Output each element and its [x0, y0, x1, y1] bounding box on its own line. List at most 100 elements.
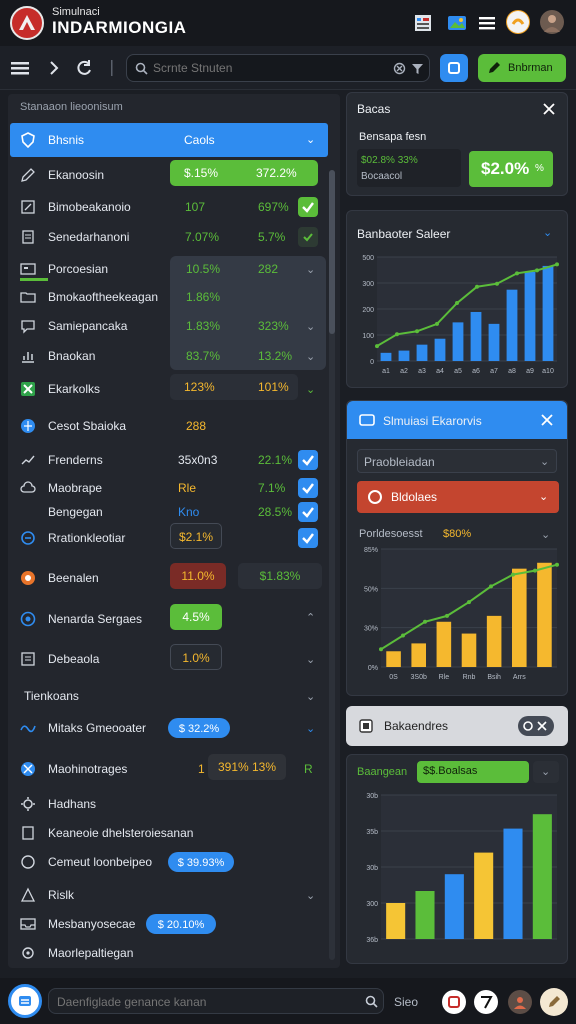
item-label: Maohinotrages	[48, 762, 128, 776]
view-toggle-button[interactable]	[440, 54, 468, 82]
x-tick-label: a8	[508, 368, 516, 375]
list-item[interactable]: Rislk ⌄	[10, 880, 328, 910]
chevron-down-icon: ⌄	[539, 491, 549, 503]
bottom-search-field[interactable]	[48, 988, 384, 1014]
chevron-down-icon[interactable]: ⌄	[306, 890, 318, 902]
section-label: Tienkoans	[24, 689, 79, 703]
item-label: Nenarda Sergaes	[48, 612, 143, 626]
x-tick-label: a6	[472, 368, 480, 375]
checkbox-checked[interactable]	[298, 478, 318, 498]
checkbox-checked[interactable]	[298, 528, 318, 548]
list-item[interactable]: Samiepancaka 1.83% 323% ⌄	[10, 311, 328, 341]
chevron-down-icon[interactable]: ⌄	[306, 321, 318, 333]
item-label: Keaneoie dhelsteroiesanan	[48, 826, 194, 840]
dropdown-button[interactable]: ⌄	[533, 761, 559, 783]
section-header[interactable]: Tienkoans ⌄	[10, 681, 328, 711]
item-label: Frenderns	[48, 453, 103, 467]
compose-button[interactable]	[540, 988, 568, 1016]
list-item[interactable]: Maorlepaltiegan	[10, 938, 328, 968]
list-item[interactable]: Keaneoie dhelsteroiesanan	[10, 818, 328, 848]
list-item[interactable]: Bmokaoftheekeagan 1.86%	[10, 282, 328, 312]
primary-action-button[interactable]: Bnbrman	[478, 54, 566, 82]
value-1: 123%	[184, 380, 215, 394]
list-item[interactable]: Mitaks Gmeooater $ 32.2% ⌄	[10, 713, 328, 743]
clear-icon[interactable]	[393, 62, 406, 75]
checkbox-checked[interactable]	[298, 502, 318, 522]
toggle-card[interactable]: Bakaendres	[346, 706, 568, 746]
user-button[interactable]	[508, 990, 532, 1014]
chart-subtitle: Porldesoesst	[359, 528, 423, 540]
item-label: Ekanoosin	[48, 168, 105, 182]
chevron-down-icon: ⌄	[540, 456, 550, 468]
list-item[interactable]: Mesbanyosecae $ 20.10%	[10, 909, 328, 939]
user-avatar[interactable]	[506, 10, 530, 34]
search-icon[interactable]	[365, 995, 378, 1008]
search-field[interactable]	[126, 54, 430, 82]
checkbox-checked[interactable]	[298, 450, 318, 470]
list-item[interactable]: Beenalen 11.0% $1.83%	[10, 563, 328, 593]
refresh-icon[interactable]	[74, 58, 94, 78]
list-item-selected[interactable]: Bhsnis Caols ⌄	[10, 123, 328, 157]
item-label: Senedarhanoni	[48, 230, 130, 244]
list-item[interactable]: Nenarda Sergaes 4.5% ⌃	[10, 604, 328, 634]
item-label: Maobrape	[48, 481, 103, 495]
value-chip: 11.0%	[170, 563, 226, 589]
list-item[interactable]: Bnaokan 83.7% 13.2% ⌄	[10, 341, 328, 371]
spreadsheet-icon[interactable]	[412, 12, 434, 34]
x-tick-label: a7	[490, 368, 498, 375]
tool-button[interactable]	[474, 990, 498, 1014]
close-icon[interactable]	[541, 414, 553, 426]
chevron-down-icon[interactable]: ⌄	[306, 691, 318, 703]
trend-icon	[21, 455, 35, 465]
chevron-up-icon[interactable]: ⌃	[306, 612, 318, 624]
chevron-down-icon[interactable]: ⌄	[306, 723, 318, 735]
item-label: Rislk	[48, 888, 74, 902]
check-icon[interactable]	[298, 197, 318, 217]
bar	[511, 568, 527, 667]
menu-icon[interactable]	[476, 12, 498, 34]
value-chip: $ 39.93%	[168, 852, 234, 872]
app-subtitle: Simulnaci	[52, 6, 100, 18]
check-icon[interactable]	[298, 227, 318, 247]
bar	[461, 633, 477, 667]
list-item[interactable]: Hadhans	[10, 789, 328, 819]
filter-icon[interactable]	[411, 62, 424, 75]
value-1: 391% 13%	[217, 760, 277, 774]
list-item[interactable]: Ekarkolks 123% 101% ⌄	[10, 374, 328, 404]
bottom-search-input[interactable]	[57, 994, 357, 1010]
record-button[interactable]	[442, 990, 466, 1014]
list-item[interactable]: Frenderns 35x0n3 22.1%	[10, 445, 328, 475]
status-select[interactable]: Bldolaes ⌄	[357, 481, 559, 513]
list-item[interactable]: Rrationkleotiar $2.1%	[10, 523, 328, 553]
list-item[interactable]: Senedarhanoni 7.07% 5.7%	[10, 222, 328, 252]
close-icon[interactable]	[543, 103, 555, 115]
chevron-down-icon[interactable]: ⌄	[306, 351, 318, 363]
image-icon[interactable]	[446, 12, 468, 34]
chevron-down-icon[interactable]: ⌄	[306, 654, 318, 666]
chevron-down-icon[interactable]: ⌄	[306, 134, 318, 146]
chevron-down-icon[interactable]: ⌄	[306, 264, 318, 276]
hamburger-icon[interactable]	[10, 58, 30, 78]
list-icon	[21, 652, 35, 666]
chevron-down-icon[interactable]: ⌄	[306, 384, 318, 396]
value-1: 107	[185, 200, 206, 214]
dropdown-field[interactable]: Praobleiadan ⌄	[357, 449, 557, 473]
scroll-thumb[interactable]	[329, 170, 335, 334]
profile-avatar[interactable]	[540, 10, 564, 34]
toggle-switch[interactable]	[518, 716, 554, 736]
search-input[interactable]	[153, 60, 393, 76]
list-item[interactable]: Cemeut loonbeipeo $ 39.93%	[10, 847, 328, 877]
list-item[interactable]: Maohinotrages 1 391% 13% R	[10, 754, 328, 784]
list-item[interactable]: Cesot Sbaioka 288	[10, 411, 328, 441]
bar	[486, 615, 502, 667]
forward-icon[interactable]	[44, 58, 64, 78]
value-2: 28.5%	[258, 505, 293, 519]
chevron-down-icon[interactable]: ⌄	[541, 529, 553, 541]
app-logo[interactable]	[10, 6, 44, 40]
chevron-down-icon[interactable]: ⌄	[543, 227, 555, 239]
list-item[interactable]: Ekanoosin $.15% 372.2%	[10, 160, 328, 190]
list-item[interactable]: Debeaola 1.0% ⌄	[10, 644, 328, 674]
list-item[interactable]: Bimobeakanoio 107 697%	[10, 192, 328, 222]
list-item[interactable]: Porcoesian 10.5% 282 ⌄	[10, 254, 328, 284]
home-button[interactable]	[8, 984, 42, 1018]
